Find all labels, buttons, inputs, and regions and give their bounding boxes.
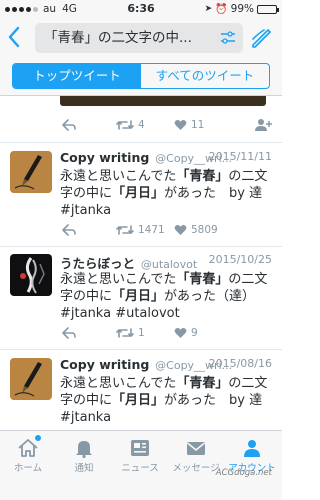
battery-icon [257,4,279,14]
avatar[interactable] [10,254,52,296]
tweet-date: 2015/11/11 [208,150,272,163]
home-icon [18,439,38,457]
search-nav-bar: 「青春」の二文字の中... [0,18,282,58]
tweet-text-part: 永遠と思いこんでた [60,272,177,287]
hashtags[interactable]: #jtanka [60,410,111,425]
tweet-date: 2015/10/25 [208,253,272,266]
avatar[interactable] [10,151,52,193]
new-content-badge [35,435,41,441]
tweet-text: 永遠と思いこんでた「青春」の二文字の中に「月日」があった（達） #jtanka … [60,271,276,322]
author-handle[interactable]: @utalovot [141,258,197,271]
tweet-text-highlight: 「月日」 [112,186,165,201]
tweet-text-part: 永遠と思いこんでた [60,169,177,184]
retweet-count: 1 [138,327,145,339]
alarm-icon: ⏰ [215,3,228,15]
retweet-icon [116,225,134,235]
fountain-pen-avatar-icon [10,151,52,193]
follow-button[interactable] [254,116,272,134]
tab-label: ニュース [121,463,159,474]
hashtags[interactable]: #jtanka [60,203,111,218]
reply-icon [62,224,76,236]
like-button[interactable]: 5809 [174,221,218,239]
like-count: 11 [191,119,205,131]
reply-button[interactable] [62,116,76,134]
like-button[interactable]: 11 [174,116,204,134]
bottom-tab-bar: ホーム 通知 ニュース メッセージ アカウント [0,430,282,500]
tweet-text-part: があった by 達 [164,393,263,408]
tab-all-tweets[interactable]: すべてのツイート [141,64,269,88]
tab-notifications[interactable]: 通知 [56,431,112,500]
tab-home[interactable]: ホーム [0,431,56,500]
heart-icon [174,327,187,338]
search-input[interactable]: 「青春」の二文字の中... [35,23,243,53]
previous-tweet-actions: 4 11 [60,116,274,134]
person-icon [244,440,260,457]
back-button[interactable] [7,25,29,51]
heart-icon [174,224,187,235]
retweet-button[interactable]: 1 [116,324,145,342]
retweet-count: 1471 [138,224,165,236]
tweet-text-highlight: 「月日」 [112,289,165,304]
tab-account[interactable]: アカウント [224,431,280,500]
envelope-icon [186,442,206,455]
hashtags[interactable]: #jtanka #utalovot [60,306,180,321]
bell-icon [76,441,92,458]
compose-tweet-button[interactable] [250,26,274,50]
battery-percent: 99% [230,3,254,15]
retweet-button[interactable]: 1471 [116,221,165,239]
news-icon [131,440,149,456]
retweet-icon [116,120,134,130]
author-name[interactable]: Copy writing [60,150,149,165]
tab-label: メッセージ [172,463,220,474]
chevron-left-icon [8,26,20,48]
retweet-count: 4 [138,119,145,131]
tweet-text-part: 永遠と思いこんでた [60,376,177,391]
divider [0,246,282,247]
tab-news[interactable]: ニュース [112,431,168,500]
tweet-text-part: があった by 達 [164,186,263,201]
like-button[interactable]: 9 [174,324,198,342]
retweet-icon [116,328,134,338]
reply-icon [62,327,76,339]
tab-label: 通知 [74,463,94,474]
compose-icon [252,29,271,48]
tweet-text: 永遠と思いこんでた「青春」の二文字の中に「月日」があった by 達 #jtank… [60,168,276,219]
author-name[interactable]: Copy writing [60,357,149,372]
tweet-text-highlight: 「青春」 [176,169,229,184]
heart-icon [174,119,187,130]
reply-button[interactable] [62,324,76,342]
location-icon: ➤ [204,4,213,14]
like-count: 5809 [191,224,218,236]
status-bar: au 4G 6:36 ➤ ⏰ 99% [0,0,282,18]
avatar[interactable] [10,358,52,400]
tweet-text: 永遠と思いこんでた「青春」の二文字の中に「月日」があった by 達 #jtank… [60,375,276,426]
tweet-text-part: があった（達） [164,289,256,304]
tab-messages[interactable]: メッセージ [168,431,224,500]
tweet-actions: 1 9 [60,324,274,342]
tweet-actions: 1471 5809 [60,221,274,239]
search-query: 「青春」の二文字の中... [44,30,192,46]
tweet-filter-tabs: トップツイート すべてのツイート [0,58,282,96]
tweet-timeline: 4 11 Copy writing @Copy__wri... 2015/11/… [0,96,282,430]
add-person-icon [255,119,272,131]
divider [0,349,282,350]
segmented-control: トップツイート すべてのツイート [12,63,270,89]
tweet-date: 2015/08/16 [208,357,272,370]
previous-tweet-media[interactable] [60,96,266,106]
filter-icon[interactable] [220,31,236,45]
like-count: 9 [191,327,198,339]
author-name[interactable]: うたらぼっと [60,256,135,271]
reply-icon [62,119,76,131]
tab-top-tweets[interactable]: トップツイート [13,64,141,88]
reply-button[interactable] [62,221,76,239]
watermark: ACGdoga.net [215,468,272,478]
tweet-text-highlight: 「月日」 [112,393,165,408]
tab-label: ホーム [13,463,43,474]
tweet-text-highlight: 「青春」 [176,376,229,391]
robot-avatar-icon [10,254,52,296]
fountain-pen-avatar-icon [10,358,52,400]
tweet-text-highlight: 「青春」 [176,272,229,287]
divider [0,142,282,143]
retweet-button[interactable]: 4 [116,116,145,134]
